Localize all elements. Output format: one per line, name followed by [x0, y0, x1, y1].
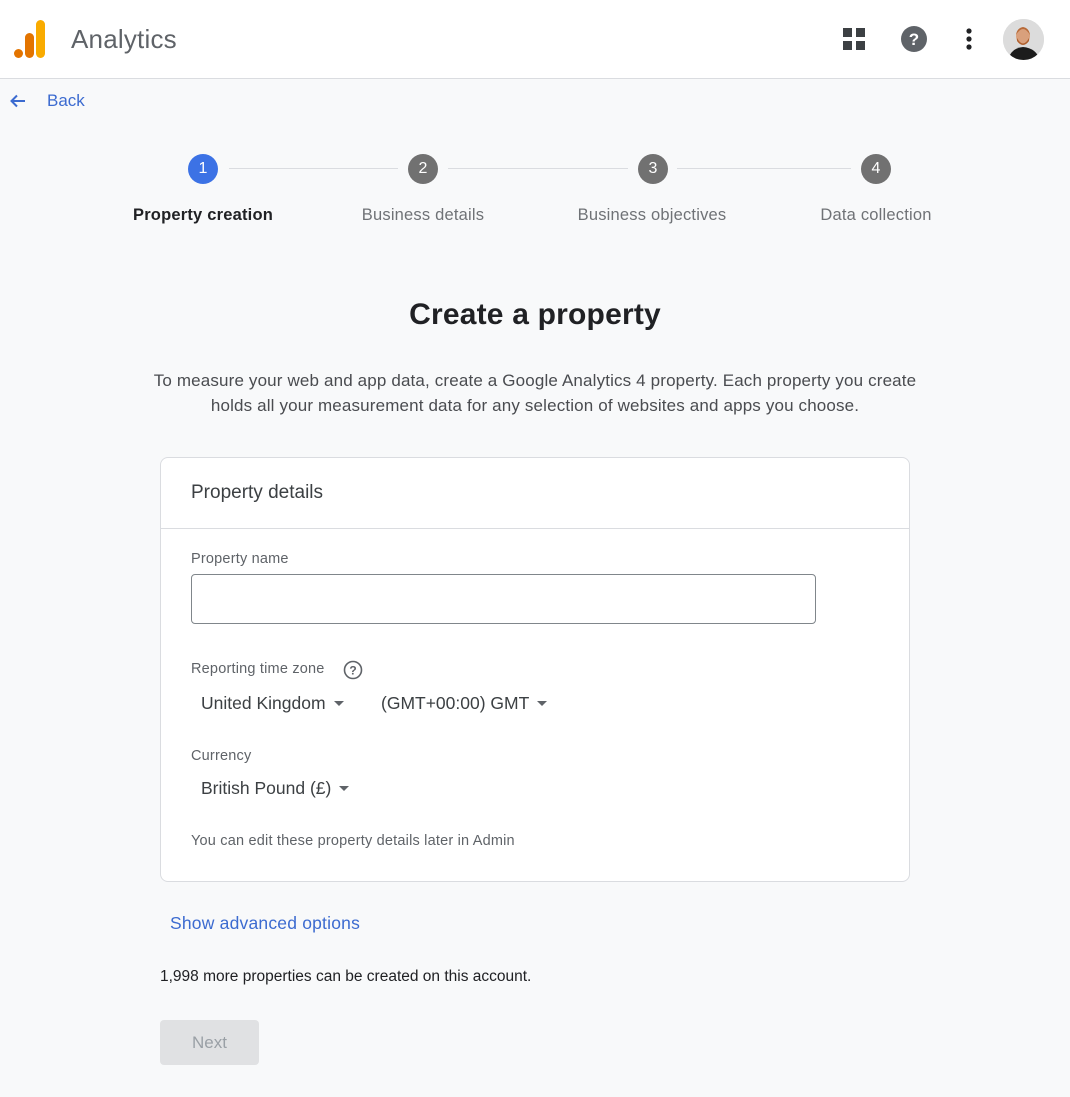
step-1-label: Property creation — [132, 206, 274, 224]
step-connector — [677, 168, 851, 169]
property-quota-text: 1,998 more properties can be created on … — [160, 968, 532, 985]
dropdown-arrow-icon — [339, 786, 350, 791]
property-details-card: Property details Property name Reporting… — [160, 457, 910, 882]
help-icon[interactable]: ? — [899, 24, 929, 54]
intro-text: To measure your web and app data, create… — [153, 371, 917, 415]
page-title: Create a property — [409, 298, 661, 331]
next-button[interactable]: Next — [160, 1020, 259, 1065]
apps-grid-icon[interactable] — [839, 24, 869, 54]
edit-later-note: You can edit these property details late… — [191, 833, 515, 849]
time-zone-label: Reporting time zone — [191, 661, 325, 677]
time-zone-value: (GMT+00:00) GMT — [381, 693, 530, 713]
step-3-indicator: 3 — [638, 154, 668, 184]
step-3-label: Business objectives — [577, 206, 727, 224]
step-connector — [448, 168, 628, 169]
currency-dropdown[interactable]: British Pound (£) — [201, 778, 350, 799]
dropdown-arrow-icon — [333, 701, 344, 706]
country-value: United Kingdom — [201, 693, 326, 713]
step-1-indicator: 1 — [188, 154, 218, 184]
step-4-label: Data collection — [820, 206, 932, 224]
avatar-photo-icon — [1003, 19, 1044, 60]
top-app-bar: Analytics ? — [0, 0, 1070, 79]
step-4-indicator: 4 — [861, 154, 891, 184]
country-dropdown[interactable]: United Kingdom — [201, 693, 344, 714]
svg-text:?: ? — [349, 664, 356, 678]
help-outline-icon[interactable]: ? — [343, 660, 363, 680]
property-name-label: Property name — [191, 551, 289, 567]
step-2-indicator: 2 — [408, 154, 438, 184]
svg-text:?: ? — [909, 30, 919, 49]
step-connector — [229, 168, 398, 169]
currency-label: Currency — [191, 748, 252, 764]
property-name-input[interactable] — [191, 574, 816, 624]
step-2-label: Business details — [361, 206, 485, 224]
more-vert-icon[interactable] — [954, 24, 984, 54]
currency-value: British Pound (£) — [201, 778, 332, 798]
show-advanced-options-link[interactable]: Show advanced options — [170, 913, 360, 934]
analytics-logo-icon — [14, 20, 45, 58]
dropdown-arrow-icon — [537, 701, 548, 706]
back-link[interactable]: Back — [8, 90, 85, 112]
card-title: Property details — [161, 458, 909, 529]
user-avatar[interactable] — [1003, 19, 1044, 60]
app-title: Analytics — [71, 24, 177, 54]
arrow-back-icon — [10, 94, 25, 108]
time-zone-dropdown[interactable]: (GMT+00:00) GMT — [381, 693, 548, 714]
back-label: Back — [47, 91, 85, 110]
